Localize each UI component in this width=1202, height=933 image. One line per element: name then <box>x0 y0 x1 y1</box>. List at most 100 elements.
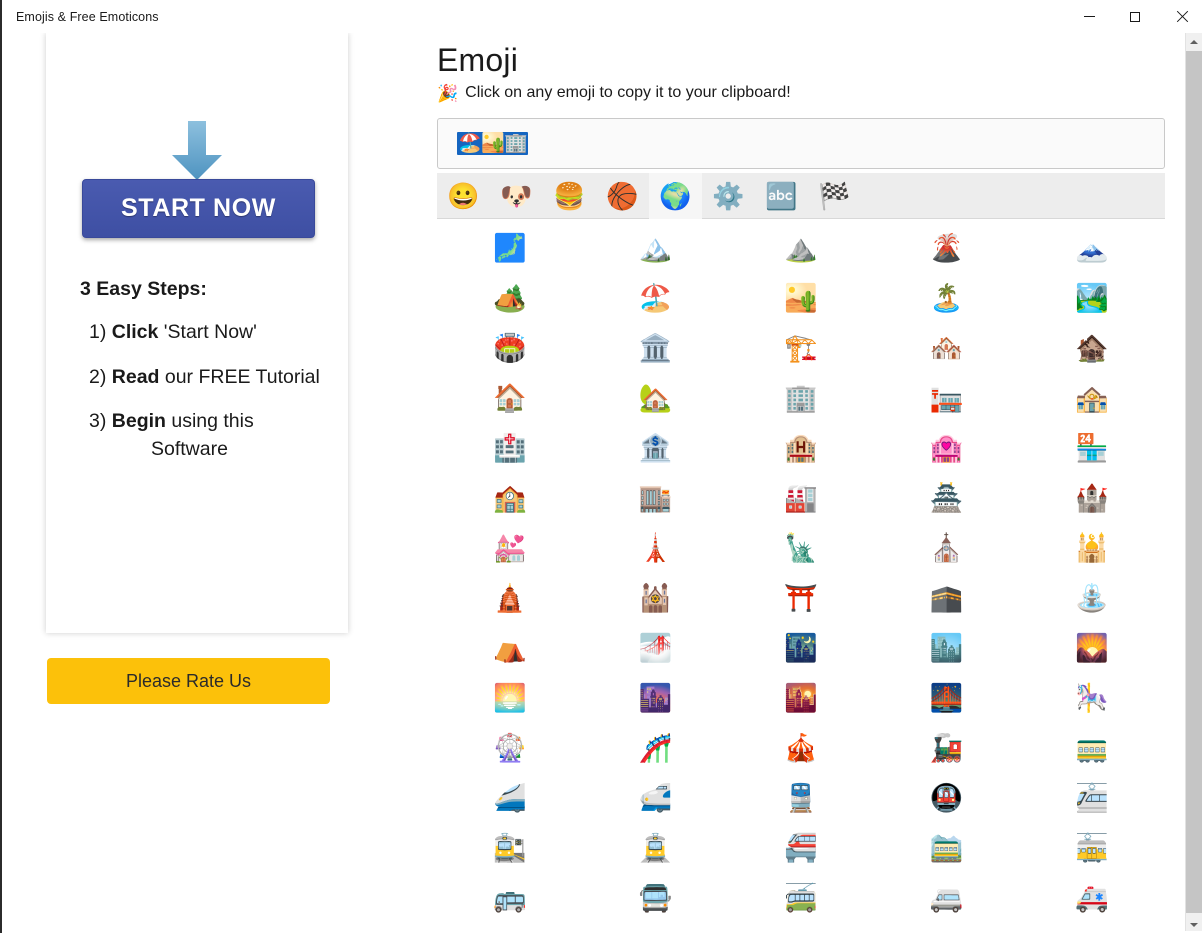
tram-car-emoji[interactable]: 🚋 <box>1019 823 1165 873</box>
stadium-emoji[interactable]: 🏟️ <box>437 323 583 373</box>
house-emoji[interactable]: 🏠 <box>437 373 583 423</box>
sunset-emoji[interactable]: 🌇 <box>728 673 874 723</box>
tokyo-tower-emoji[interactable]: 🗼 <box>583 523 729 573</box>
trolleybus-emoji[interactable]: 🚎 <box>728 873 874 923</box>
kaaba-emoji[interactable]: 🕋 <box>874 573 1020 623</box>
please-rate-us-button[interactable]: Please Rate Us <box>47 658 330 704</box>
convenience-store-emoji[interactable]: 🏪 <box>1019 423 1165 473</box>
building-construction-emoji[interactable]: 🏗️ <box>728 323 874 373</box>
roller-coaster-emoji[interactable]: 🎢 <box>583 723 729 773</box>
fountain-emoji[interactable]: ⛲ <box>1019 573 1165 623</box>
national-park-emoji[interactable]: 🏞️ <box>1019 273 1165 323</box>
japanese-castle-emoji[interactable]: 🏯 <box>874 473 1020 523</box>
hotel-emoji[interactable]: 🏨 <box>728 423 874 473</box>
love-hotel-emoji[interactable]: 🏩 <box>874 423 1020 473</box>
railway-car-emoji[interactable]: 🚃 <box>1019 723 1165 773</box>
tab-food[interactable]: 🍔 <box>543 173 596 219</box>
bank-emoji[interactable]: 🏦 <box>583 423 729 473</box>
bus-emoji[interactable]: 🚌 <box>437 873 583 923</box>
hindu-temple-emoji[interactable]: 🛕 <box>437 573 583 623</box>
arrow-down-icon <box>170 121 224 181</box>
chevron-down-icon <box>1190 923 1198 927</box>
post-office-emoji[interactable]: 🏤 <box>1019 373 1165 423</box>
metro-emoji[interactable]: 🚇 <box>874 773 1020 823</box>
cityscape-emoji[interactable]: 🏙️ <box>874 623 1020 673</box>
night-with-stars-emoji[interactable]: 🌃 <box>728 623 874 673</box>
sunrise-over-mountains-emoji[interactable]: 🌄 <box>1019 623 1165 673</box>
step-1-bold: Click <box>112 321 159 343</box>
statue-of-liberty-emoji[interactable]: 🗽 <box>728 523 874 573</box>
hospital-emoji[interactable]: 🏥 <box>437 423 583 473</box>
factory-emoji[interactable]: 🏭 <box>728 473 874 523</box>
emoji-row: 🚉🚊🚝🚞🚋 <box>437 823 1165 873</box>
tab-travel-places[interactable]: 🌍 <box>649 173 702 219</box>
synagogue-emoji[interactable]: 🕍 <box>583 573 729 623</box>
foggy-emoji[interactable]: 🌁 <box>583 623 729 673</box>
department-store-emoji[interactable]: 🏬 <box>583 473 729 523</box>
minimize-button[interactable] <box>1066 0 1112 33</box>
scroll-up-button[interactable] <box>1186 33 1202 50</box>
desert-emoji[interactable]: 🏜️ <box>728 273 874 323</box>
search-input[interactable]: 🏖️ 🏜️ 🏢 <box>437 118 1165 169</box>
step-item-3: 3) Begin using this Software <box>80 408 348 463</box>
search-token-1: 🏜️ <box>481 133 504 154</box>
ambulance-emoji[interactable]: 🚑 <box>1019 873 1165 923</box>
tab-symbols[interactable]: 🔤 <box>755 173 808 219</box>
mountain-railway-emoji[interactable]: 🚞 <box>874 823 1020 873</box>
station-emoji[interactable]: 🚉 <box>437 823 583 873</box>
beach-with-umbrella-emoji[interactable]: 🏖️ <box>583 273 729 323</box>
scrollbar-thumb[interactable] <box>1186 51 1202 913</box>
close-button[interactable] <box>1158 0 1202 33</box>
volcano-emoji[interactable]: 🌋 <box>874 223 1020 273</box>
app-window: Emojis & Free Emoticons <box>0 0 1202 933</box>
ferris-wheel-emoji[interactable]: 🎡 <box>437 723 583 773</box>
tab-activities[interactable]: 🏀 <box>596 173 649 219</box>
mosque-emoji[interactable]: 🕌 <box>1019 523 1165 573</box>
camping-emoji[interactable]: 🏕️ <box>437 273 583 323</box>
emoji-row: 🗾🏔️⛰️🌋🗻 <box>437 223 1165 273</box>
tab-smileys[interactable]: 😀 <box>437 173 490 219</box>
house-with-garden-emoji[interactable]: 🏡 <box>583 373 729 423</box>
desert-island-emoji[interactable]: 🏝️ <box>874 273 1020 323</box>
houses-emoji[interactable]: 🏘️ <box>874 323 1020 373</box>
school-emoji[interactable]: 🏫 <box>437 473 583 523</box>
mount-fuji-emoji[interactable]: 🗻 <box>1019 223 1165 273</box>
sunrise-emoji[interactable]: 🌅 <box>437 673 583 723</box>
maximize-button[interactable] <box>1112 0 1158 33</box>
japan-map-emoji[interactable]: 🗾 <box>437 223 583 273</box>
cityscape-at-dusk-emoji[interactable]: 🌆 <box>583 673 729 723</box>
tent-emoji[interactable]: ⛺ <box>437 623 583 673</box>
oncoming-bus-emoji[interactable]: 🚍 <box>583 873 729 923</box>
search-token-0: 🏖️ <box>458 133 481 154</box>
basketball-icon: 🏀 <box>606 183 638 209</box>
tram-emoji[interactable]: 🚊 <box>583 823 729 873</box>
locomotive-emoji[interactable]: 🚂 <box>874 723 1020 773</box>
close-icon <box>1175 11 1187 23</box>
mountain-emoji[interactable]: ⛰️ <box>728 223 874 273</box>
wedding-emoji[interactable]: 💒 <box>437 523 583 573</box>
circus-tent-emoji[interactable]: 🎪 <box>728 723 874 773</box>
castle-emoji[interactable]: 🏰 <box>1019 473 1165 523</box>
tab-objects[interactable]: ⚙️ <box>702 173 755 219</box>
bullet-train-emoji[interactable]: 🚅 <box>583 773 729 823</box>
monorail-emoji[interactable]: 🚝 <box>728 823 874 873</box>
shinto-shrine-emoji[interactable]: ⛩️ <box>728 573 874 623</box>
carousel-horse-emoji[interactable]: 🎠 <box>1019 673 1165 723</box>
high-speed-train-emoji[interactable]: 🚄 <box>437 773 583 823</box>
derelict-house-emoji[interactable]: 🏚️ <box>1019 323 1165 373</box>
tab-animals[interactable]: 🐶 <box>490 173 543 219</box>
church-emoji[interactable]: ⛪ <box>874 523 1020 573</box>
classical-building-emoji[interactable]: 🏛️ <box>583 323 729 373</box>
bridge-at-night-emoji[interactable]: 🌉 <box>874 673 1020 723</box>
step-1-number: 1) <box>89 321 106 343</box>
emoji-row: 🏫🏬🏭🏯🏰 <box>437 473 1165 523</box>
minibus-emoji[interactable]: 🚐 <box>874 873 1020 923</box>
train-emoji[interactable]: 🚆 <box>728 773 874 823</box>
japanese-post-office-emoji[interactable]: 🏣 <box>874 373 1020 423</box>
vertical-scrollbar[interactable] <box>1185 33 1202 933</box>
tab-flags[interactable]: 🏁 <box>808 173 861 219</box>
start-now-button[interactable]: START NOW <box>82 179 315 238</box>
office-building-emoji[interactable]: 🏢 <box>728 373 874 423</box>
snow-capped-mountain-emoji[interactable]: 🏔️ <box>583 223 729 273</box>
light-rail-emoji[interactable]: 🚈 <box>1019 773 1165 823</box>
